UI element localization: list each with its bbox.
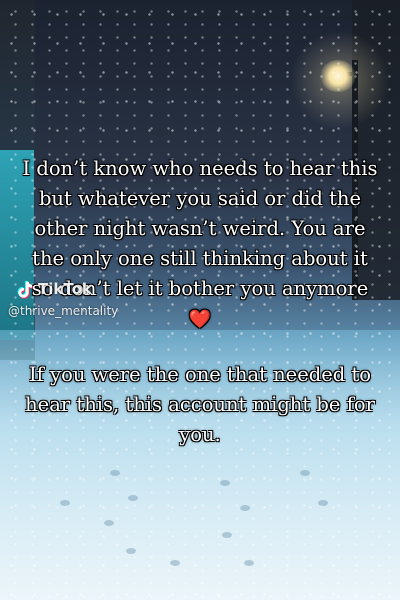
footprint	[128, 495, 138, 501]
footprint	[220, 480, 230, 486]
footprint	[222, 532, 232, 538]
footprint	[60, 500, 70, 506]
footprint	[104, 520, 114, 526]
footprint	[318, 500, 328, 506]
footprint	[126, 548, 136, 554]
caption-secondary: If you were the one that needed to hear …	[25, 363, 375, 446]
footprint	[240, 505, 250, 511]
footprint	[170, 560, 180, 566]
footprint	[110, 470, 120, 476]
footprint	[300, 470, 310, 476]
account-handle: @thrive_mentality	[8, 304, 119, 318]
tiktok-watermark: TikTok @thrive_mentality	[8, 278, 144, 328]
heart-icon: ❤️	[188, 309, 212, 330]
tiktok-brand-label: TikTok	[38, 280, 92, 298]
footprint	[244, 560, 254, 566]
tiktok-logo-icon	[17, 280, 33, 299]
